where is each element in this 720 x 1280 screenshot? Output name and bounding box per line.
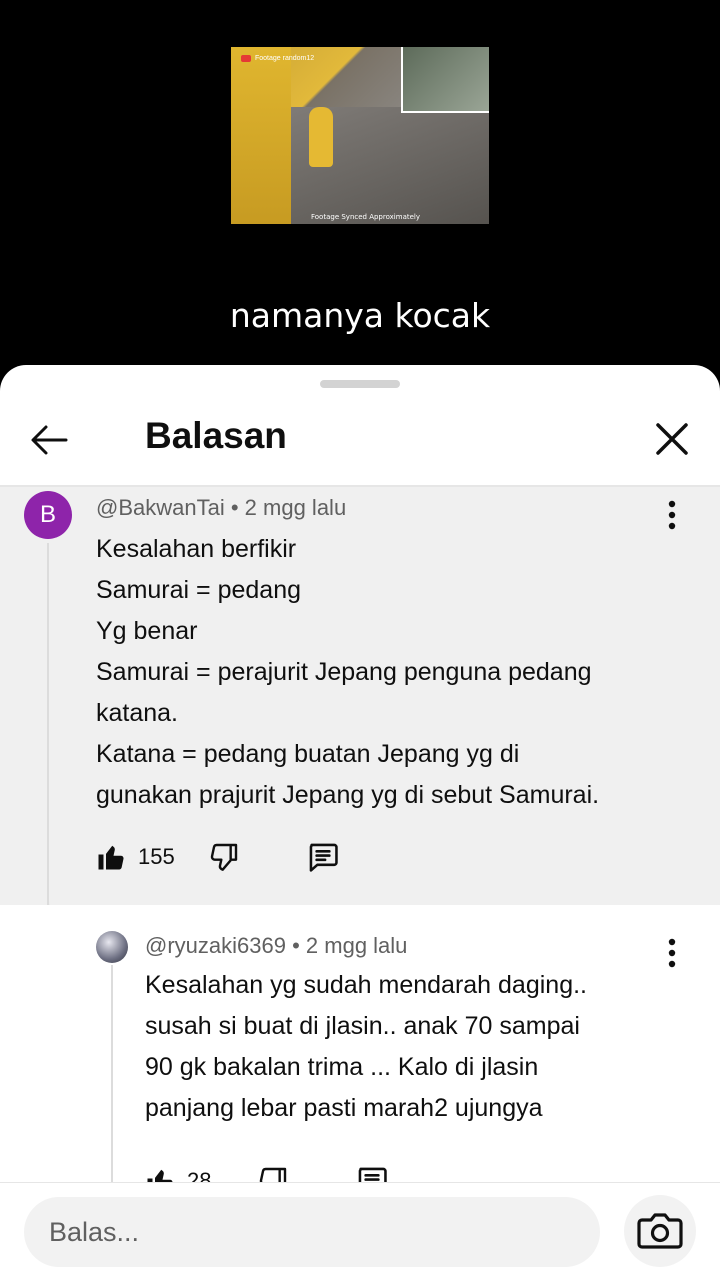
comment-line: panjang lebar pasti marah2 ujungya [145, 1094, 543, 1122]
thumbs-up-icon [147, 1169, 173, 1182]
thumbs-down-icon [210, 843, 238, 871]
reply-input[interactable]: Balas... [24, 1197, 600, 1267]
sheet-title: Balasan [145, 415, 287, 456]
comment-line: Samurai = pedang [96, 576, 302, 604]
video-subtitle: namanya kocak [229, 296, 491, 335]
meta-separator: • [224, 495, 245, 520]
comment-actions: 155 [96, 837, 696, 877]
comment-line: Katana = pedang buatan Jepang yg di [96, 740, 520, 768]
parent-comment: B @BakwanTai • 2 mgg lalu Kesalahan berf… [0, 487, 720, 905]
inset-camera-view [401, 47, 489, 113]
reply-input-placeholder: Balas... [49, 1217, 140, 1247]
reply-thread-line [111, 965, 113, 1182]
meta-separator: • [285, 933, 306, 958]
avatar[interactable] [96, 931, 128, 963]
thumbnail-caption: Footage Synced Approximately [311, 213, 420, 221]
youtube-logo-icon [241, 55, 251, 62]
reply-button[interactable] [306, 837, 340, 877]
sheet-header: Balasan [0, 395, 720, 485]
thumbnail-channel: Footage random12 [255, 55, 315, 62]
drag-handle[interactable] [320, 380, 400, 388]
comment-meta: @BakwanTai • 2 mgg lalu [96, 495, 346, 521]
thumbs-up-icon [98, 845, 124, 870]
more-options-icon[interactable] [662, 499, 682, 531]
comment-author[interactable]: @BakwanTai [96, 495, 225, 520]
video-frame: Footage random12 Footage Synced Approxim… [231, 47, 489, 224]
comment-meta: @ryuzaki6369 • 2 mgg lalu [145, 933, 407, 959]
comment-line: Kesalahan yg sudah mendarah daging.. [145, 971, 587, 999]
comment-line: Yg benar [96, 617, 198, 645]
dislike-button[interactable] [208, 837, 240, 877]
comment-text: Kesalahan yg sudah mendarah daging.. sus… [145, 965, 685, 1129]
thumbs-down-icon [259, 1167, 287, 1182]
comment-line: 90 gk bakalan trima ... Kalo di jlasin [145, 1053, 539, 1081]
comment-line: Samurai = perajurit Jepang penguna pedan… [96, 658, 592, 686]
comment-line: katana. [96, 699, 179, 727]
comment-author[interactable]: @ryuzaki6369 [145, 933, 286, 958]
replies-sheet: Balasan B @BakwanTai • 2 mgg lalu Kesala… [0, 365, 720, 1280]
dislike-button[interactable] [257, 1161, 289, 1182]
reply-comment: @ryuzaki6369 • 2 mgg lalu Kesalahan yg s… [0, 905, 720, 1182]
comment-time: 2 mgg lalu [305, 933, 408, 958]
comment-thread: B @BakwanTai • 2 mgg lalu Kesalahan berf… [0, 487, 720, 1182]
avatar[interactable]: B [24, 491, 72, 539]
like-button[interactable]: 155 [96, 837, 175, 877]
comment-line: gunakan prajurit Jepang yg di sebut Samu… [96, 781, 600, 809]
reply-composer: Balas... [0, 1182, 720, 1280]
video-player[interactable]: Footage random12 Footage Synced Approxim… [0, 0, 720, 380]
person-image [309, 107, 333, 167]
back-arrow-icon[interactable] [28, 419, 70, 461]
like-count: 28 [187, 1168, 212, 1182]
video-channel-watermark: Footage random12 [241, 55, 314, 62]
reply-button[interactable] [355, 1161, 389, 1182]
comment-actions: 28 [145, 1161, 685, 1182]
comment-line: Kesalahan berfikir [96, 535, 297, 563]
like-button[interactable]: 28 [145, 1161, 211, 1182]
comment-time: 2 mgg lalu [244, 495, 347, 520]
reply-comment-icon [358, 1167, 387, 1182]
bus-image [231, 47, 291, 224]
camera-button[interactable] [624, 1195, 696, 1267]
comment-line: susah si buat di jlasin.. anak 70 sampai [145, 1012, 580, 1040]
close-icon[interactable] [650, 417, 694, 461]
comment-text: Kesalahan berfikir Samurai = pedang Yg b… [96, 529, 686, 816]
reply-comment-icon [309, 843, 338, 872]
camera-icon [637, 1213, 683, 1249]
like-count: 155 [138, 844, 175, 869]
